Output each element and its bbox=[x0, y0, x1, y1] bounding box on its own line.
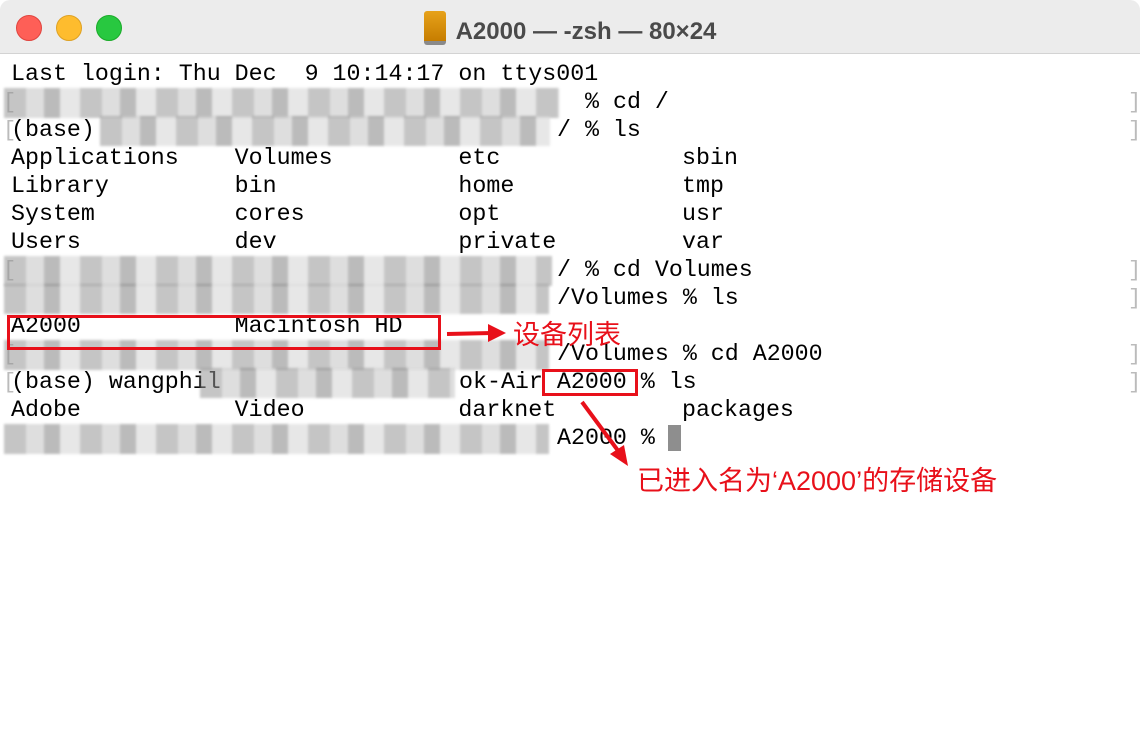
terminal-window: A2000 — -zsh — 80×24 [ [ [ [ [ ] ] ] ] ]… bbox=[0, 0, 1140, 742]
annotation-arrows bbox=[446, 324, 628, 466]
arrow-down-icon bbox=[580, 400, 628, 466]
arrow-right-icon bbox=[446, 324, 506, 342]
device-list-label: 设备列表 bbox=[513, 320, 621, 350]
entered-device-label: 已进入名为‘A2000’的存储设备 bbox=[637, 466, 998, 496]
